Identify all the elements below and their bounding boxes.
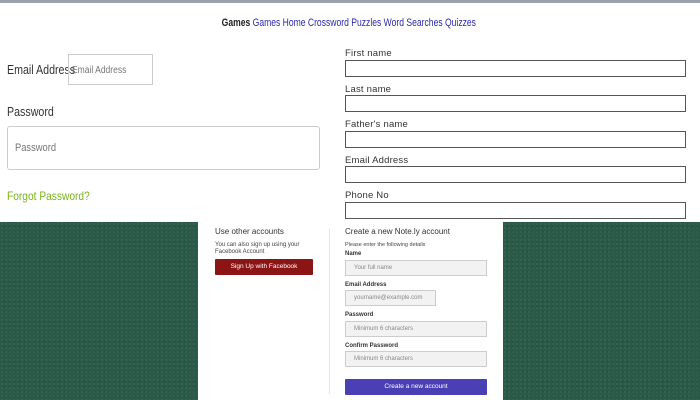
password-input[interactable]: Minimum 6 characters	[345, 321, 487, 337]
phone-label: Phone No	[345, 190, 389, 201]
first-name-input[interactable]	[345, 60, 686, 77]
email-input[interactable]: yourname@example.com	[345, 290, 436, 306]
top-border	[0, 0, 700, 3]
felt-background-left	[0, 222, 198, 400]
nav-link-home[interactable]: Home	[283, 17, 306, 29]
last-name-label: Last name	[345, 84, 392, 95]
create-account-instructions: Please enter the following details	[345, 242, 426, 248]
password-label: Password	[345, 312, 374, 318]
fathers-name-label: Father's name	[345, 119, 409, 130]
register-email-label: Email Address	[345, 155, 409, 166]
login-password-label: Password	[7, 104, 54, 119]
login-password-input[interactable]: Password	[7, 126, 320, 170]
panel-divider	[329, 228, 330, 394]
name-placeholder: Your full name	[354, 265, 393, 271]
other-accounts-description-2: Facebook Account	[215, 249, 265, 255]
email-label: Email Address	[345, 282, 387, 288]
felt-background-right	[503, 222, 700, 400]
login-email-input[interactable]: Email Address	[68, 54, 153, 85]
confirm-password-label: Confirm Password	[345, 343, 399, 349]
create-account-button[interactable]: Create a new account	[345, 379, 487, 395]
password-placeholder: Minimum 6 characters	[354, 326, 414, 332]
login-email-label: Email Address	[7, 62, 76, 77]
name-label: Name	[345, 251, 362, 257]
login-email-placeholder: Email Address	[72, 65, 127, 76]
fathers-name-input[interactable]	[345, 131, 686, 148]
nav-link-word-searches[interactable]: Word Searches	[384, 17, 443, 29]
facebook-signup-button[interactable]: Sign Up with Facebook	[215, 259, 313, 275]
register-email-input[interactable]	[345, 166, 686, 183]
confirm-password-placeholder: Minimum 6 characters	[354, 356, 414, 362]
login-password-placeholder: Password	[15, 142, 57, 154]
other-accounts-description-1: You can also sign up using your	[215, 242, 300, 248]
nav-link-games[interactable]: Games	[253, 17, 281, 29]
forgot-password-link[interactable]: Forgot Password?	[7, 189, 90, 203]
last-name-input[interactable]	[345, 95, 686, 112]
other-accounts-title: Use other accounts	[215, 227, 284, 236]
name-input[interactable]: Your full name	[345, 260, 487, 276]
nav-brand[interactable]: Games	[222, 17, 251, 29]
first-name-label: First name	[345, 48, 392, 59]
email-placeholder: yourname@example.com	[354, 295, 423, 301]
nav-link-quizzes[interactable]: Quizzes	[445, 17, 476, 29]
top-nav: Games Games Home Crossword Puzzles Word Sear…	[77, 17, 623, 29]
confirm-password-input[interactable]: Minimum 6 characters	[345, 351, 487, 367]
create-account-title: Create a new Note.ly account	[345, 227, 450, 236]
phone-input[interactable]	[345, 202, 686, 219]
nav-link-crossword-puzzles[interactable]: Crossword Puzzles	[308, 17, 381, 29]
